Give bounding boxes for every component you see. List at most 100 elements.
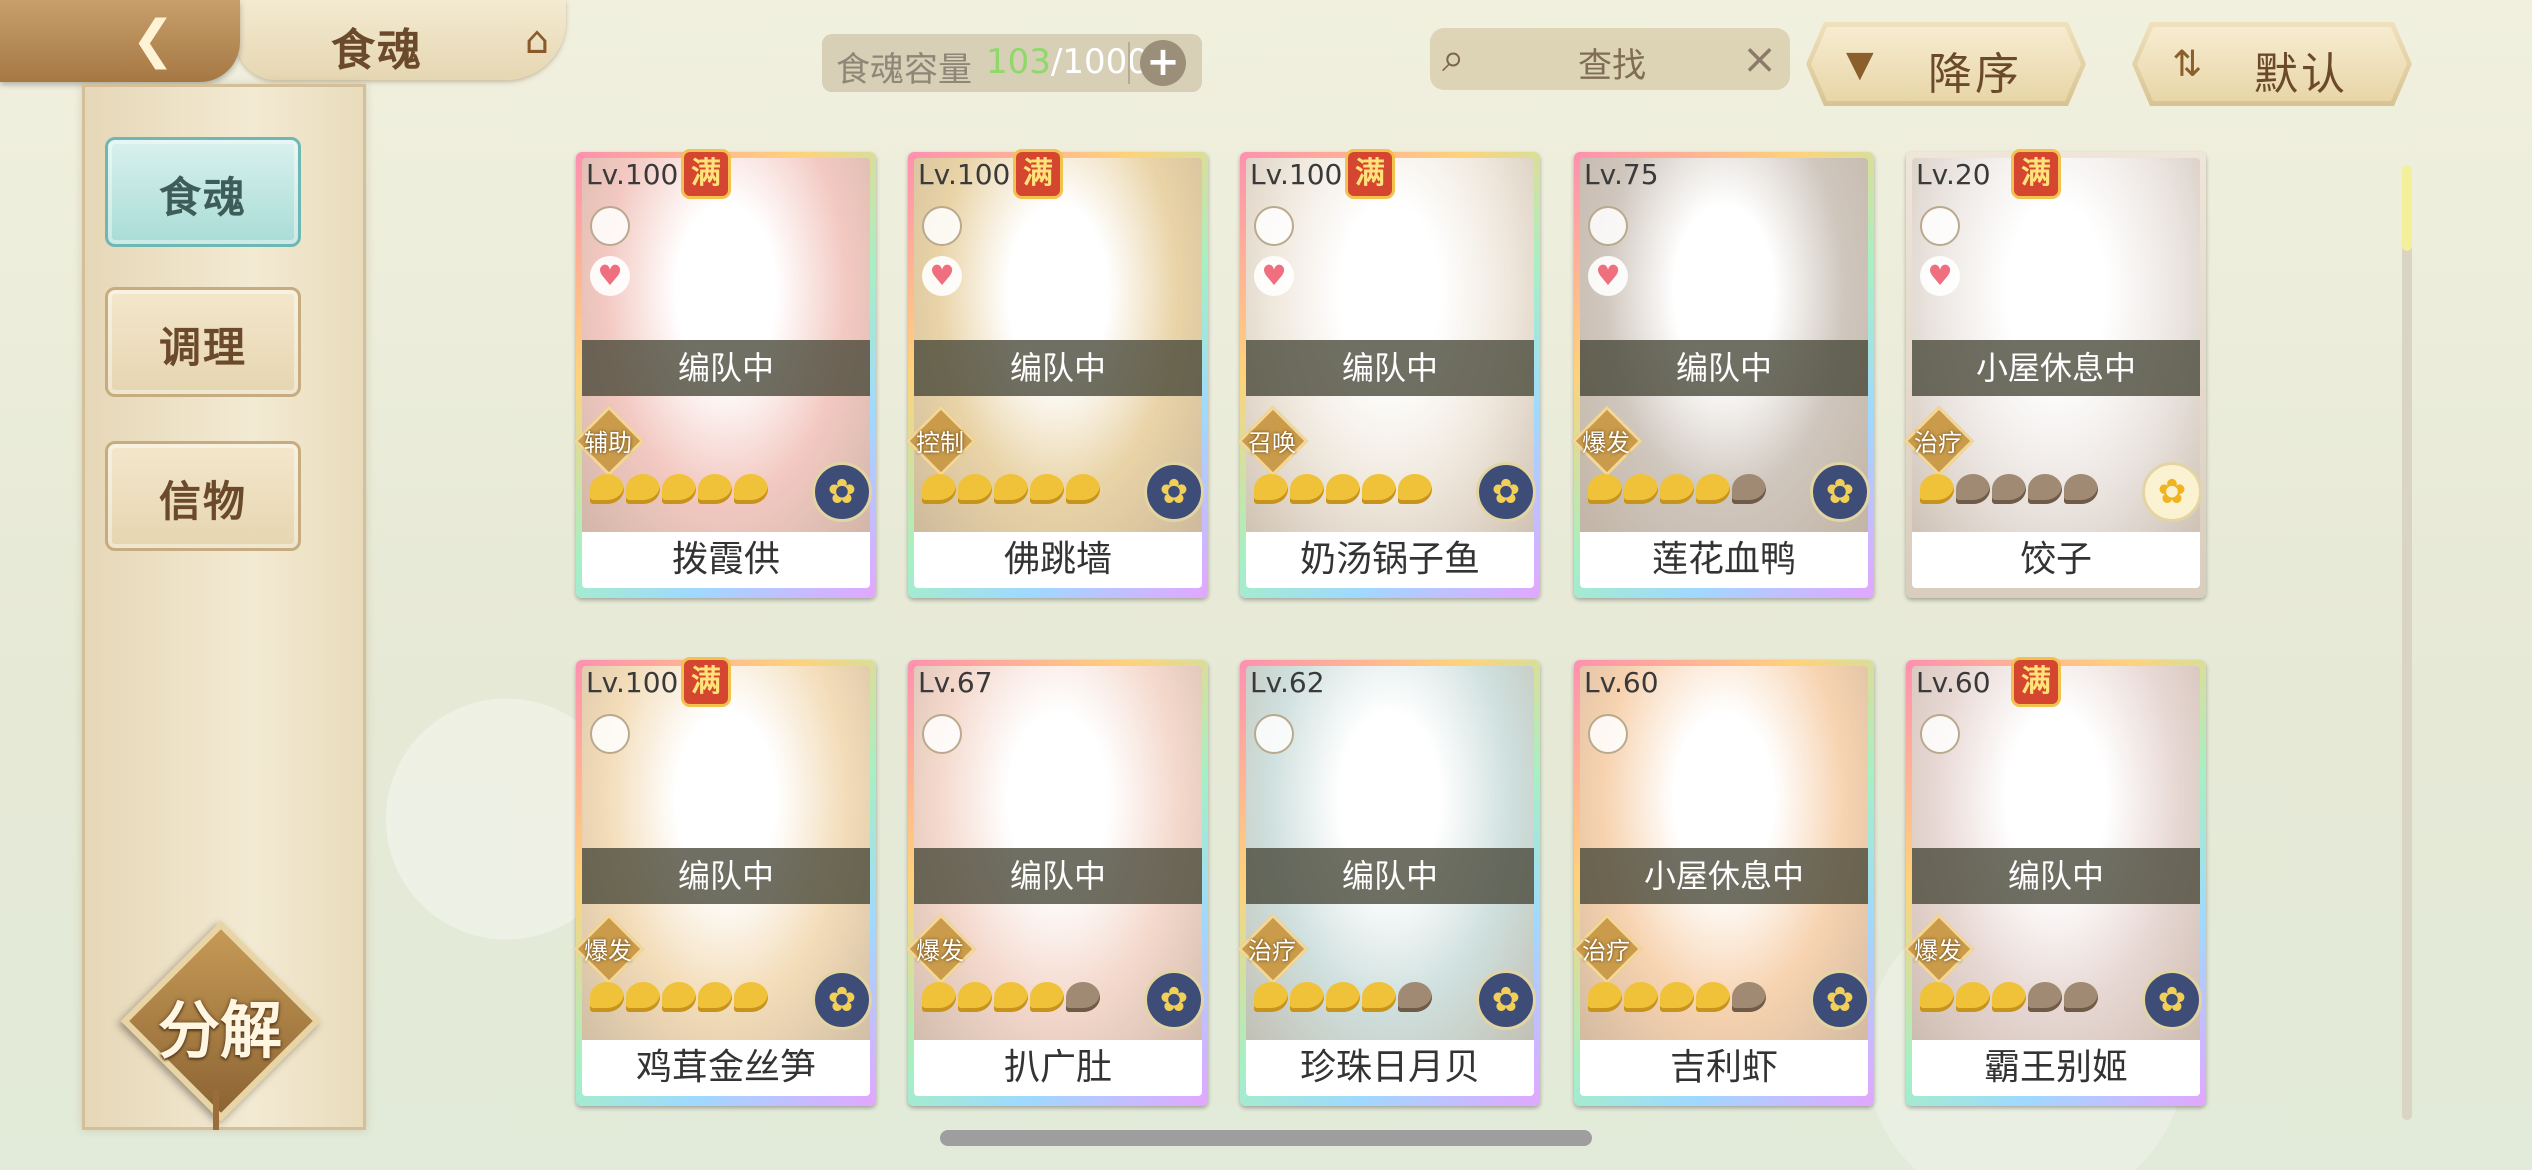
level-label: Lv.20 — [1916, 158, 1991, 191]
max-badge: 满 — [1016, 152, 1060, 196]
star-icon — [1398, 474, 1432, 504]
scrollbar-thumb[interactable] — [2402, 165, 2412, 251]
star-icon — [1030, 982, 1064, 1012]
star-icon — [590, 982, 624, 1012]
sort-order-button[interactable]: ▼ 降序 — [1806, 22, 2086, 106]
food-soul-name: 扒广肚 — [914, 1040, 1202, 1096]
star-icon — [994, 474, 1028, 504]
star-rating — [1254, 474, 1434, 508]
equipment-slot-icon[interactable] — [1920, 714, 1960, 754]
star-icon — [1696, 982, 1730, 1012]
star-rating — [1588, 474, 1768, 508]
role-label: 爆发 — [916, 937, 964, 965]
star-icon — [1326, 474, 1360, 504]
expand-capacity-button[interactable]: + — [1140, 40, 1186, 86]
food-soul-name: 佛跳墙 — [914, 532, 1202, 588]
role-label: 召唤 — [1248, 429, 1296, 457]
food-soul-name: 珍珠日月贝 — [1246, 1040, 1534, 1096]
star-rating — [590, 982, 770, 1016]
element-flower-icon: ✿ — [1144, 970, 1204, 1030]
equipment-slot-icon[interactable] — [590, 206, 630, 246]
element-flower-icon: ✿ — [2142, 462, 2202, 522]
back-arrow-icon: ❮ — [131, 10, 175, 70]
role-label: 爆发 — [1582, 429, 1630, 457]
role-badge: 爆发 — [1570, 405, 1643, 477]
food-soul-card[interactable]: Lv.60 满编队中 爆发 ✿ 霸王别姬 — [1903, 660, 2206, 1106]
star-icon — [1254, 982, 1288, 1012]
food-soul-card[interactable]: Lv.67 编队中 爆发 ✿ 扒广肚 — [905, 660, 1208, 1106]
food-soul-card[interactable]: Lv.20 满 ♥ 小屋休息中 治疗 ✿ 饺子 — [1903, 152, 2206, 598]
star-icon — [958, 474, 992, 504]
star-icon — [662, 474, 696, 504]
star-icon — [1254, 474, 1288, 504]
star-icon — [1660, 982, 1694, 1012]
search-icon: ⌕ — [1442, 35, 1465, 81]
title-tab: 食魂 ⌂ — [236, 0, 566, 80]
vertical-scrollbar[interactable] — [2402, 165, 2412, 1120]
star-icon — [662, 982, 696, 1012]
star-icon — [922, 474, 956, 504]
equipment-slot-icon[interactable] — [590, 714, 630, 754]
star-icon — [698, 474, 732, 504]
equipment-slot-icon[interactable] — [1588, 714, 1628, 754]
food-soul-card[interactable]: Lv.60 小屋休息中 治疗 ✿ 吉利虾 — [1571, 660, 1874, 1106]
equipment-slot-icon[interactable] — [922, 714, 962, 754]
star-icon — [1362, 474, 1396, 504]
sort-mode-button[interactable]: ⇅ 默认 — [2132, 22, 2412, 106]
element-flower-icon: ✿ — [1476, 970, 1536, 1030]
role-label: 辅助 — [584, 429, 632, 457]
status-label: 编队中 — [582, 848, 870, 904]
star-icon — [734, 982, 768, 1012]
star-icon — [922, 982, 956, 1012]
food-soul-name: 鸡茸金丝笋 — [582, 1040, 870, 1096]
back-button[interactable]: ❮ — [0, 0, 240, 82]
role-badge: 治疗 — [1902, 405, 1975, 477]
food-soul-card[interactable]: Lv.100 满 ♥ 编队中 召唤 ✿ 奶汤锅子鱼 — [1237, 152, 1540, 598]
search-box[interactable]: ⌕ 查找 × — [1430, 28, 1790, 90]
status-label: 编队中 — [1246, 848, 1534, 904]
sidebar-tab-xinwu[interactable]: 信物 — [105, 441, 301, 551]
food-soul-card[interactable]: Lv.100 满 ♥ 编队中 控制 ✿ 佛跳墙 — [905, 152, 1208, 598]
sidebar-tab-shihun[interactable]: 食魂 — [105, 137, 301, 247]
star-icon — [734, 474, 768, 504]
capacity-value: 103/1000 — [986, 42, 1149, 82]
star-rating — [1920, 474, 2100, 508]
star-rating — [922, 474, 1102, 508]
heart-icon: ♥ — [1920, 256, 1960, 296]
role-label: 治疗 — [1914, 429, 1962, 457]
food-soul-card[interactable]: Lv.100 满 ♥ 编队中 辅助 ✿ 拨霞供 — [573, 152, 876, 598]
status-label: 编队中 — [1912, 848, 2200, 904]
star-icon — [1030, 474, 1064, 504]
sidebar-tab-tiaoli[interactable]: 调理 — [105, 287, 301, 397]
decompose-button[interactable]: 分解 — [120, 920, 322, 1130]
element-flower-icon: ✿ — [1144, 462, 1204, 522]
role-badge: 控制 — [904, 405, 977, 477]
equipment-slot-icon[interactable] — [1588, 206, 1628, 246]
role-label: 治疗 — [1582, 937, 1630, 965]
star-icon — [1956, 474, 1990, 504]
decompose-label: 分解 — [157, 994, 282, 1067]
star-icon — [1066, 474, 1100, 504]
star-icon — [1956, 982, 1990, 1012]
equipment-slot-icon[interactable] — [1254, 206, 1294, 246]
star-icon — [1290, 474, 1324, 504]
star-rating — [1254, 982, 1434, 1016]
food-soul-card[interactable]: Lv.62 编队中 治疗 ✿ 珍珠日月贝 — [1237, 660, 1540, 1106]
star-icon — [2028, 474, 2062, 504]
equipment-slot-icon[interactable] — [1920, 206, 1960, 246]
food-soul-name: 奶汤锅子鱼 — [1246, 532, 1534, 588]
star-icon — [1066, 982, 1100, 1012]
clear-search-icon[interactable]: × — [1742, 34, 1777, 83]
equipment-slot-icon[interactable] — [922, 206, 962, 246]
max-badge: 满 — [2014, 152, 2058, 196]
food-soul-card[interactable]: Lv.100 满编队中 爆发 ✿ 鸡茸金丝笋 — [573, 660, 876, 1106]
sidebar-tab-label: 信物 — [158, 477, 247, 526]
equipment-slot-icon[interactable] — [1254, 714, 1294, 754]
home-icon[interactable]: ⌂ — [514, 18, 560, 62]
search-placeholder: 查找 — [1578, 46, 1646, 86]
star-rating — [1920, 982, 2100, 1016]
level-label: Lv.60 — [1916, 666, 1991, 699]
heart-icon: ♥ — [922, 256, 962, 296]
max-badge: 满 — [684, 660, 728, 704]
food-soul-card[interactable]: Lv.75 ♥ 编队中 爆发 ✿ 莲花血鸭 — [1571, 152, 1874, 598]
